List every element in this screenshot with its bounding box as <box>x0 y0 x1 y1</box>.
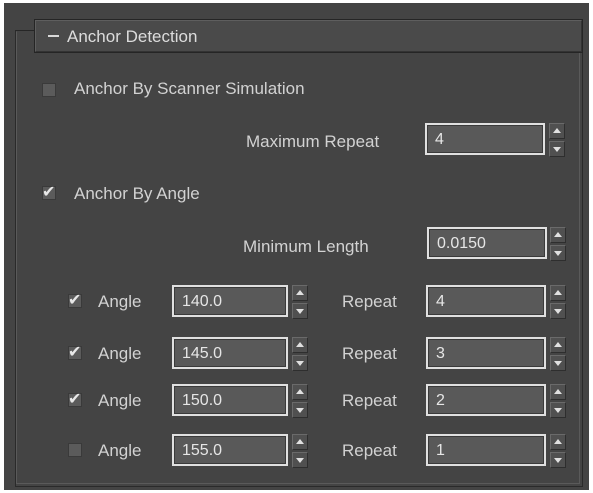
minimum-length-input[interactable]: 0.0150 <box>427 227 547 259</box>
spinner-down-arrow-icon[interactable] <box>292 452 308 468</box>
spinner-down-arrow-icon[interactable] <box>292 303 308 319</box>
spinner-up-arrow-icon[interactable] <box>549 123 565 139</box>
angle-2-input[interactable]: 145.0 <box>172 337 288 369</box>
angle-4-checkbox[interactable] <box>68 443 82 457</box>
rollout-title: Anchor Detection <box>67 27 198 46</box>
spinner-down-arrow-icon[interactable] <box>550 452 566 468</box>
angle-4-input[interactable]: 155.0 <box>172 434 288 466</box>
scanner-simulation-checkbox[interactable] <box>42 83 56 97</box>
repeat-2-spinner[interactable] <box>550 337 566 371</box>
repeat-3-input[interactable]: 2 <box>426 384 546 416</box>
spinner-down-arrow-icon[interactable] <box>550 355 566 371</box>
spinner-up-arrow-icon[interactable] <box>550 227 566 243</box>
repeat-4-spinner[interactable] <box>550 434 566 468</box>
spinner-up-arrow-icon[interactable] <box>550 434 566 450</box>
angle-3-checkbox[interactable]: ✔ <box>68 391 82 408</box>
angle-1-checkbox[interactable]: ✔ <box>68 292 82 309</box>
minus-icon[interactable] <box>48 35 59 37</box>
spinner-up-arrow-icon[interactable] <box>292 384 308 400</box>
repeat-3-spinner[interactable] <box>550 384 566 418</box>
spinner-down-arrow-icon[interactable] <box>549 141 565 157</box>
angle-2-spinner[interactable] <box>292 337 308 371</box>
angle-1-input[interactable]: 140.0 <box>172 285 288 317</box>
spinner-down-arrow-icon[interactable] <box>550 245 566 261</box>
rollout-header[interactable]: Anchor Detection <box>34 19 583 53</box>
maximum-repeat-input[interactable]: 4 <box>425 123 545 155</box>
repeat-4-label: Repeat <box>342 441 397 460</box>
spinner-down-arrow-icon[interactable] <box>550 402 566 418</box>
angle-4-label: Angle <box>98 441 142 460</box>
spinner-down-arrow-icon[interactable] <box>550 303 566 319</box>
spinner-up-arrow-icon[interactable] <box>550 337 566 353</box>
spinner-up-arrow-icon[interactable] <box>550 384 566 400</box>
checkmark-icon: ✔ <box>68 391 82 408</box>
angle-3-label: Angle <box>98 391 142 410</box>
checkmark-icon: ✔ <box>42 184 56 201</box>
maximum-repeat-label: Maximum Repeat <box>246 132 380 151</box>
anchor-detection-panel: Anchor Detection Anchor By Scanner Simul… <box>4 3 589 490</box>
repeat-1-spinner[interactable] <box>550 285 566 319</box>
repeat-2-label: Repeat <box>342 344 397 363</box>
anchor-by-angle-checkbox[interactable]: ✔ <box>42 184 56 201</box>
angle-3-input[interactable]: 150.0 <box>172 384 288 416</box>
minimum-length-spinner[interactable] <box>550 227 566 261</box>
repeat-3-label: Repeat <box>342 391 397 410</box>
angle-1-label: Angle <box>98 292 142 311</box>
angle-2-label: Angle <box>98 344 142 363</box>
checkmark-icon: ✔ <box>68 344 82 361</box>
angle-3-spinner[interactable] <box>292 384 308 418</box>
spinner-up-arrow-icon[interactable] <box>292 434 308 450</box>
anchor-by-angle-label: Anchor By Angle <box>74 184 200 203</box>
spinner-down-arrow-icon[interactable] <box>292 355 308 371</box>
repeat-2-input[interactable]: 3 <box>426 337 546 369</box>
scanner-simulation-label: Anchor By Scanner Simulation <box>74 79 305 98</box>
spinner-down-arrow-icon[interactable] <box>292 402 308 418</box>
angle-1-spinner[interactable] <box>292 285 308 319</box>
spinner-up-arrow-icon[interactable] <box>550 285 566 301</box>
repeat-1-input[interactable]: 4 <box>426 285 546 317</box>
angle-4-spinner[interactable] <box>292 434 308 468</box>
repeat-1-label: Repeat <box>342 292 397 311</box>
minimum-length-label: Minimum Length <box>243 237 369 256</box>
repeat-4-input[interactable]: 1 <box>426 434 546 466</box>
checkmark-icon: ✔ <box>68 292 82 309</box>
angle-2-checkbox[interactable]: ✔ <box>68 344 82 361</box>
spinner-up-arrow-icon[interactable] <box>292 285 308 301</box>
maximum-repeat-spinner[interactable] <box>549 123 565 157</box>
spinner-up-arrow-icon[interactable] <box>292 337 308 353</box>
